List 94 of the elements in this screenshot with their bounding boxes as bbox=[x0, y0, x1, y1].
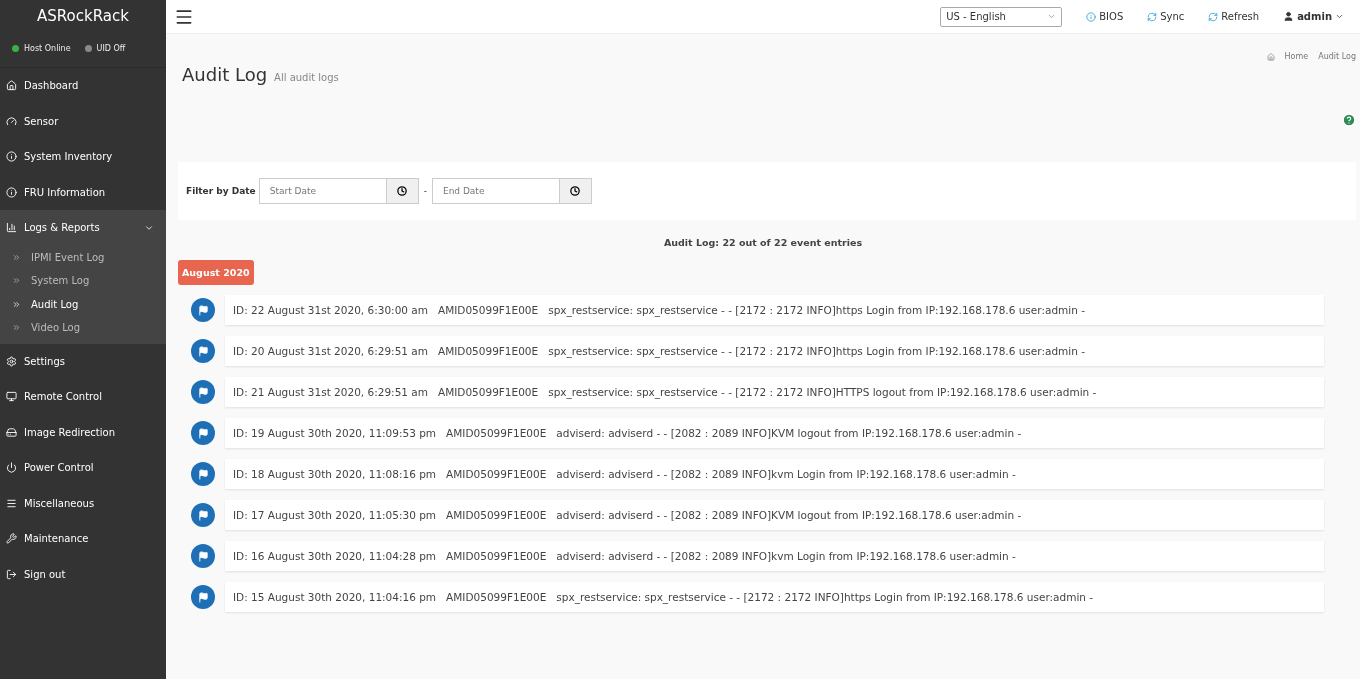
entry-host: AMID05099F1E00E bbox=[446, 550, 547, 562]
date-separator: - bbox=[423, 186, 427, 196]
clock-icon bbox=[570, 186, 581, 196]
chevrons-icon bbox=[12, 252, 21, 262]
nav-item[interactable]: Settings bbox=[0, 343, 166, 379]
flag-icon bbox=[191, 585, 215, 609]
nav-item[interactable]: FRU Information bbox=[0, 174, 166, 210]
flag-icon bbox=[191, 339, 215, 363]
refresh-icon bbox=[1208, 11, 1219, 22]
nav-item[interactable]: Maintenance bbox=[0, 521, 166, 557]
nav-subitem[interactable]: System Log bbox=[0, 269, 166, 293]
user-icon bbox=[1283, 11, 1295, 22]
entry-id: ID: 21 August 31st 2020, 6:29:51 am bbox=[233, 386, 428, 398]
flag-icon bbox=[191, 503, 215, 527]
nav-subitem[interactable]: IPMI Event Log bbox=[0, 245, 166, 269]
status-label: UID Off bbox=[96, 44, 126, 53]
clock-button[interactable] bbox=[558, 178, 592, 204]
refresh-icon bbox=[1147, 11, 1158, 22]
entry-id: ID: 20 August 31st 2020, 6:29:51 am bbox=[233, 345, 428, 357]
page-subtitle: All audit logs bbox=[274, 72, 339, 83]
nav-icon bbox=[6, 186, 17, 198]
entry-host: AMID05099F1E00E bbox=[438, 304, 539, 316]
page-title: Audit Log bbox=[182, 64, 268, 85]
entry-host: AMID05099F1E00E bbox=[438, 345, 539, 357]
language-select[interactable]: US - English bbox=[940, 6, 1063, 27]
start-date-field[interactable]: Start Date bbox=[258, 178, 386, 204]
end-date-field[interactable]: End Date bbox=[431, 178, 559, 204]
entry-host: AMID05099F1E00E bbox=[446, 591, 547, 603]
brand-name: ASRockRack bbox=[36, 6, 130, 27]
nav-subitem[interactable]: Video Log bbox=[0, 316, 166, 340]
flag-icon bbox=[191, 462, 215, 486]
entry-message: spx_restservice: spx_restservice - - [2172 : 2172 INFO]HTTPS logout from IP:192.168.178.6 user:admin - bbox=[548, 386, 1097, 398]
caret-icon bbox=[1047, 12, 1057, 21]
entry-id: ID: 15 August 30th 2020, 11:04:16 pm bbox=[233, 591, 437, 603]
help-icon[interactable] bbox=[1342, 113, 1356, 127]
nav-item[interactable]: Miscellaneous bbox=[0, 485, 166, 521]
breadcrumb-item: Audit Log bbox=[1318, 52, 1356, 61]
nav-icon bbox=[6, 222, 17, 234]
entry-id: ID: 18 August 30th 2020, 11:08:16 pm bbox=[233, 468, 437, 480]
nav-icon bbox=[6, 355, 17, 367]
breadcrumb-item[interactable]: Home bbox=[1284, 52, 1309, 61]
nav-icon bbox=[6, 426, 17, 438]
entry-message: spx_restservice: spx_restservice - - [2172 : 2172 INFO]https Login from IP:192.168.178.6 user:admin - bbox=[556, 591, 1094, 603]
entry-host: AMID05099F1E00E bbox=[446, 427, 547, 439]
nav-item[interactable]: Sign out bbox=[0, 556, 166, 592]
toolbar-link[interactable]: Sync bbox=[1147, 11, 1185, 22]
nav-icon bbox=[6, 115, 17, 127]
clock-button[interactable] bbox=[385, 178, 419, 204]
chevrons-icon bbox=[12, 299, 21, 309]
flag-icon bbox=[191, 380, 215, 404]
entry-host: AMID05099F1E00E bbox=[446, 509, 547, 521]
entry-message: adviserd: adviserd - - [2082 : 2089 INFO]kvm Login from IP:192.168.178.6 user:admin - bbox=[556, 468, 1016, 480]
entry-message: spx_restservice: spx_restservice - - [2172 : 2172 INFO]https Login from IP:192.168.178.6 user:admin - bbox=[548, 304, 1085, 316]
entry-id: ID: 19 August 30th 2020, 11:09:53 pm bbox=[233, 427, 437, 439]
entry-message: adviserd: adviserd - - [2082 : 2089 INFO]KVM logout from IP:192.168.178.6 user:admin - bbox=[556, 509, 1022, 521]
entry-id: ID: 16 August 30th 2020, 11:04:28 pm bbox=[233, 550, 437, 562]
entry-message: adviserd: adviserd - - [2082 : 2089 INFO]KVM logout from IP:192.168.178.6 user:admin - bbox=[556, 427, 1022, 439]
nav-icon bbox=[6, 391, 17, 403]
entry-id: ID: 17 August 30th 2020, 11:05:30 pm bbox=[233, 509, 437, 521]
flag-icon bbox=[191, 544, 215, 568]
entry-message: spx_restservice: spx_restservice - - [2172 : 2172 INFO]https Login from IP:192.168.178.6 user:admin - bbox=[548, 345, 1085, 357]
nav-icon bbox=[6, 497, 17, 509]
nav-item[interactable]: Sensor bbox=[0, 103, 166, 139]
nav-item[interactable]: Remote Control bbox=[0, 379, 166, 415]
entry-host: AMID05099F1E00E bbox=[438, 386, 539, 398]
filter-label: Filter by Date bbox=[186, 186, 256, 196]
home-icon bbox=[1266, 52, 1275, 61]
flag-icon bbox=[191, 298, 215, 322]
entry-message: adviserd: adviserd - - [2082 : 2089 INFO]kvm Login from IP:192.168.178.6 user:admin - bbox=[556, 550, 1016, 562]
entry-count: Audit Log: 22 out of 22 event entries bbox=[662, 237, 864, 248]
nav-icon bbox=[6, 80, 17, 92]
clock-icon bbox=[397, 186, 408, 196]
nav-item[interactable]: System Inventory bbox=[0, 139, 166, 175]
chevrons-icon bbox=[12, 323, 21, 333]
nav-icon bbox=[6, 462, 17, 474]
flag-icon bbox=[191, 421, 215, 445]
status-label: Host Online bbox=[24, 44, 71, 53]
nav-icon bbox=[6, 568, 17, 580]
nav-icon bbox=[6, 151, 17, 163]
chevrons-icon bbox=[12, 276, 21, 286]
entry-host: AMID05099F1E00E bbox=[446, 468, 547, 480]
user-menu[interactable]: admin bbox=[1283, 11, 1344, 22]
info-icon bbox=[1086, 11, 1097, 22]
toolbar-link[interactable]: Refresh bbox=[1208, 11, 1260, 22]
month-label: August 2020 bbox=[178, 260, 254, 285]
nav-item[interactable]: Logs & Reports bbox=[0, 210, 166, 246]
entry-id: ID: 22 August 31st 2020, 6:30:00 am bbox=[233, 304, 428, 316]
caret-icon bbox=[1335, 12, 1344, 21]
toolbar-link[interactable]: BIOS bbox=[1086, 11, 1124, 22]
nav-subitem[interactable]: Audit Log bbox=[0, 292, 166, 316]
nav-item[interactable]: Image Redirection bbox=[0, 414, 166, 450]
nav-icon bbox=[6, 533, 17, 545]
nav-item[interactable]: Power Control bbox=[0, 450, 166, 486]
nav-item[interactable]: Dashboard bbox=[0, 68, 166, 104]
